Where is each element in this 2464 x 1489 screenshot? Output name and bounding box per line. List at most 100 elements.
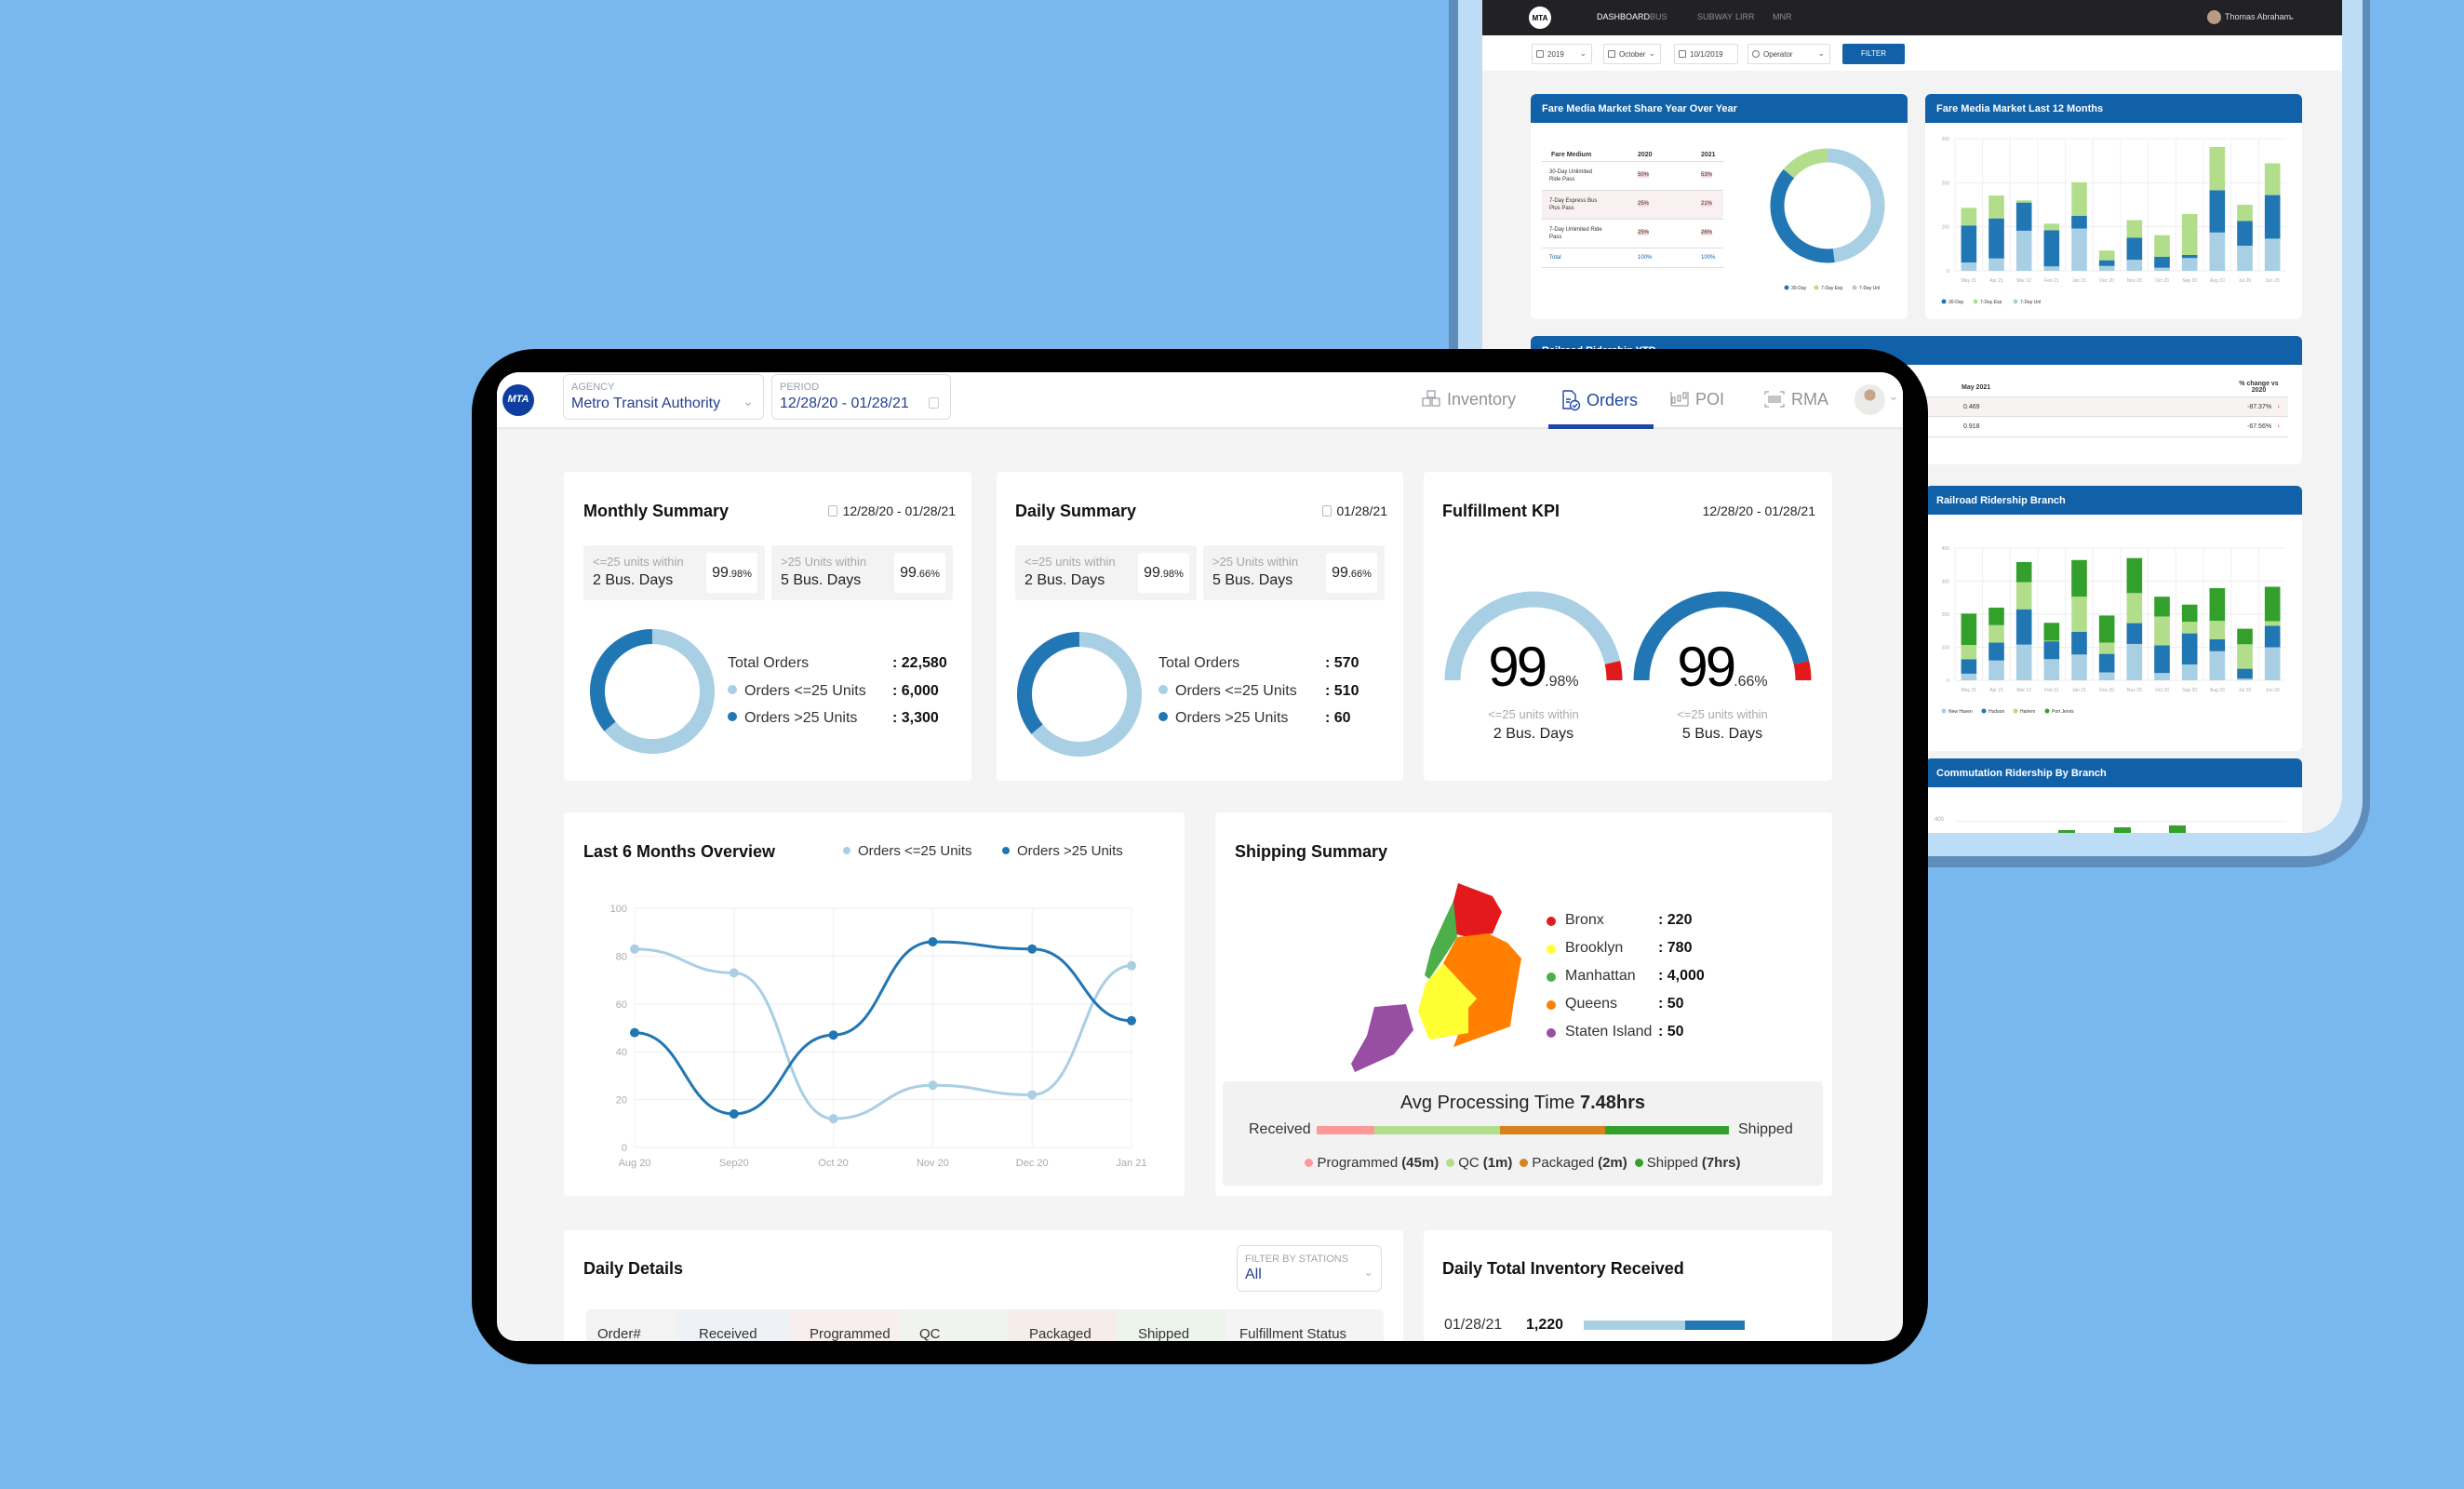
bar-segment (2154, 645, 2170, 674)
mta-logo[interactable]: MTA (502, 384, 534, 416)
month-select[interactable]: October ⌄ (1603, 44, 1661, 64)
stage-segment (1317, 1126, 1375, 1134)
nav-poi[interactable]: POI (1669, 389, 1724, 409)
column-header[interactable]: Received (678, 1309, 789, 1341)
orders-doc-icon (1562, 390, 1581, 411)
data-point[interactable] (1127, 1015, 1136, 1026)
column-header[interactable]: Shipped (1118, 1309, 1226, 1341)
date-input[interactable]: 10/1/2019 (1674, 44, 1738, 64)
bar-segment (1989, 642, 2004, 661)
nav-mnr[interactable]: MNR (1773, 12, 1792, 21)
stage-name: Programmed (1317, 1155, 1399, 1171)
bar-segment (1989, 258, 2004, 271)
processing-title: Avg Processing Time 7.48hrs (1223, 1093, 1823, 1114)
shipped-label: Shipped (1738, 1121, 1793, 1137)
total-orders-value: : 570 (1325, 655, 1359, 671)
nav-orders[interactable]: Orders (1560, 389, 1638, 411)
column-header[interactable]: Fulfillment Status (1226, 1309, 1384, 1341)
x-tick-label: Nov 20 (2127, 688, 2142, 693)
chevron-down-icon[interactable]: ⌄ (1888, 388, 1899, 404)
bar-segment (2015, 200, 2032, 203)
borough-value: : 220 (1658, 912, 1693, 928)
bar-segment (2237, 221, 2253, 247)
map-bronx[interactable] (1451, 883, 1502, 937)
inventory-value: 1,220 (1526, 1317, 1564, 1333)
chevron-down-icon: ⌄ (1579, 48, 1587, 58)
legend-dot (1784, 285, 1789, 290)
data-point[interactable] (1127, 960, 1136, 971)
nav-rma[interactable]: RMA (1763, 389, 1828, 409)
data-point[interactable] (630, 944, 639, 954)
ytd-row: 0.918 -67.56% ↓ (1903, 417, 2288, 437)
bar-segment (2264, 586, 2281, 622)
last-6-months-card: Last 6 Months Overview Orders <=25 Units… (564, 812, 1185, 1196)
user-avatar[interactable] (2207, 10, 2221, 24)
legend-dot (1814, 285, 1819, 290)
stage-time: (2m) (1598, 1155, 1627, 1171)
period-picker[interactable]: PERIOD 12/28/20 - 01/28/21 (771, 374, 951, 420)
column-header[interactable]: Programmed (789, 1309, 899, 1341)
series-line (634, 947, 1132, 1120)
data-point[interactable] (630, 1027, 639, 1038)
ytd-row: 0.469 -87.37% ↓ (1903, 396, 2288, 417)
nav-inventory[interactable]: Inventory (1421, 389, 1516, 409)
station-filter-select[interactable]: FILTER BY STATIONS All ⌄ (1237, 1245, 1382, 1292)
bar-segment (2154, 235, 2170, 257)
stage-name: Packaged (1532, 1155, 1595, 1171)
user-name[interactable]: Thomas Abraham (2225, 12, 2291, 21)
y-tick-label: 300 (1942, 580, 1950, 585)
user-avatar[interactable] (1855, 384, 1885, 415)
bar-segment (2098, 615, 2115, 643)
x-tick-label: Dec 20 (1016, 1158, 1049, 1169)
data-point[interactable] (828, 1114, 838, 1124)
bar (2114, 827, 2131, 833)
gauge-2-dec: .66% (1734, 674, 1768, 690)
back-filter-bar: 2019 ⌄ October ⌄ 10/1/2019 Operator ⌄ FILTE… (1482, 35, 2342, 71)
chevron-down-icon[interactable]: ⌄ (2288, 12, 2296, 22)
map-staten-island[interactable] (1351, 1004, 1413, 1072)
column-header[interactable]: Order# (586, 1309, 678, 1341)
operator-select[interactable]: Operator ⌄ (1748, 44, 1830, 64)
daily-orders-donut (1017, 632, 1142, 757)
borough-legend-item: Staten Island: 50 (1547, 1024, 1733, 1042)
agency-select[interactable]: AGENCY Metro Transit Authority ⌄ (563, 374, 764, 420)
commutation-card: Commutation Ridership By Branch 400 (1925, 758, 2302, 833)
bar-segment (2015, 582, 2032, 610)
bar-segment (1961, 659, 1977, 674)
ytd-change: -87.37% (2247, 404, 2272, 410)
legend-dot (1941, 299, 1947, 304)
nav-bus[interactable]: BUS (1650, 12, 1667, 21)
bar-segment (1989, 624, 2004, 643)
bar-segment (2098, 642, 2115, 654)
borough-name: Bronx (1565, 912, 1604, 928)
nav-dashboard[interactable]: DASHBOARD (1597, 12, 1650, 21)
bar-segment (2043, 659, 2060, 680)
ytd-value: 0.918 (1963, 423, 1980, 430)
x-tick-label: Mar 12 (2016, 688, 2031, 693)
legend-label: Port Jervis (2052, 709, 2074, 715)
data-point[interactable] (729, 968, 739, 978)
column-header[interactable]: Packaged (1009, 1309, 1118, 1341)
data-point[interactable] (1027, 944, 1038, 954)
nav-subway[interactable]: SUBWAY (1697, 12, 1733, 21)
x-tick-label: Jul 20 (2239, 688, 2252, 693)
bar-segment (2098, 250, 2115, 261)
year-select[interactable]: 2019 ⌄ (1532, 44, 1592, 64)
data-point[interactable] (928, 936, 938, 946)
data-point[interactable] (1027, 1090, 1038, 1100)
bar-segment (2043, 230, 2060, 267)
data-point[interactable] (928, 1080, 938, 1091)
column-header[interactable]: QC (899, 1309, 1009, 1341)
processing-label: Avg Processing Time (1399, 1093, 1575, 1113)
bar-segment (2264, 625, 2281, 648)
data-point[interactable] (729, 1109, 739, 1120)
nav-lirr[interactable]: LIRR (1735, 12, 1755, 21)
bar-segment (2209, 146, 2226, 191)
data-point[interactable] (828, 1030, 838, 1040)
y-tick-label: 400 (1942, 546, 1950, 552)
legend-dot (1305, 1159, 1314, 1167)
filter-button[interactable]: FILTER (1842, 44, 1905, 64)
bar-segment (2264, 195, 2281, 239)
bar-segment (2071, 228, 2087, 271)
period-value: 12/28/20 - 01/28/21 (780, 396, 909, 411)
